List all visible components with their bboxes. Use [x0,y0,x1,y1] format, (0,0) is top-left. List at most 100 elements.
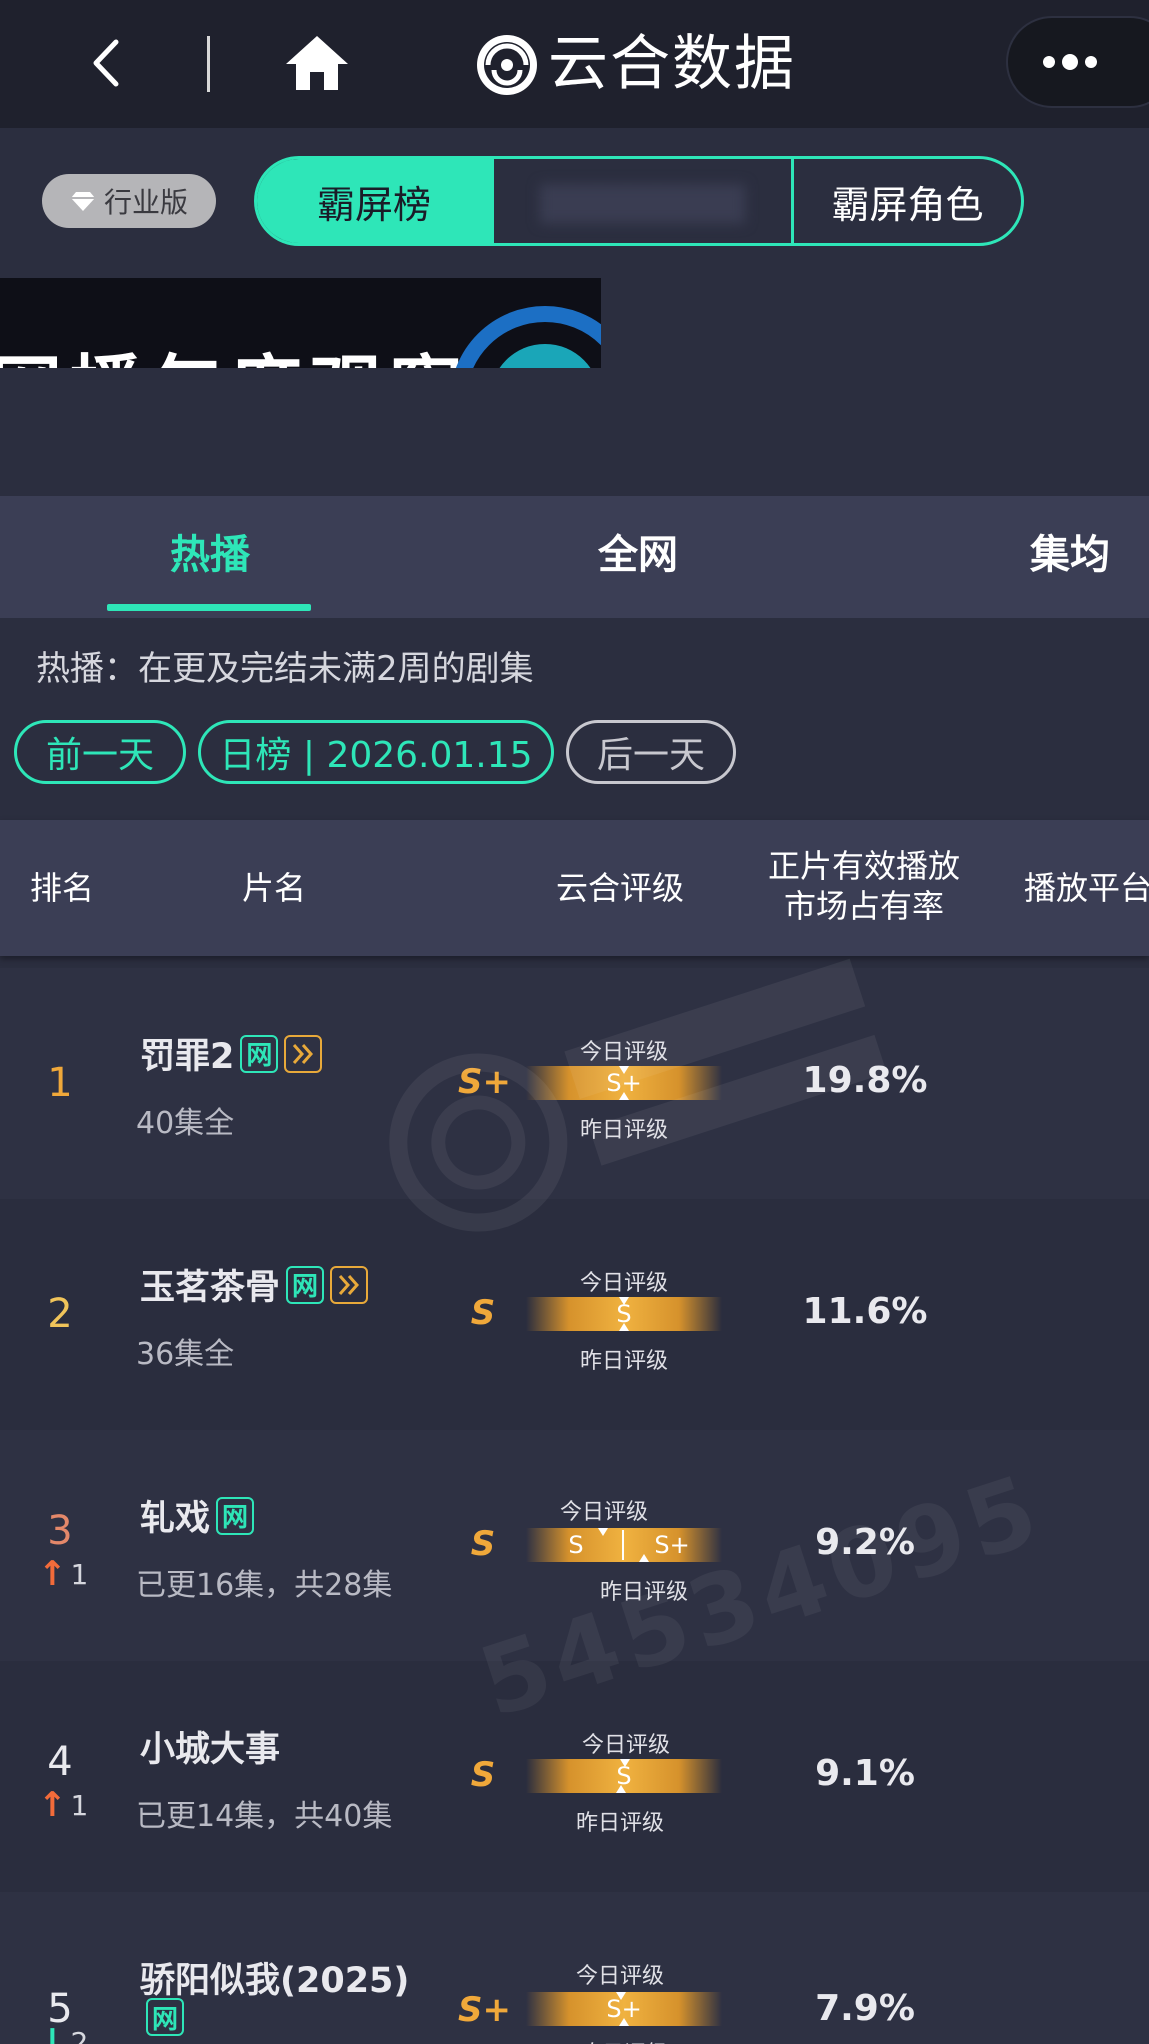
show-title-line: 小城大事 [140,1721,280,1772]
today-grade-caption: 今日评级 [580,1040,669,1065]
yesterday-grade-caption: 昨日评级 [600,1580,689,1605]
yesterday-grade-caption: 昨日评级 [580,2036,668,2044]
grade-bar: S+ [526,1992,722,2026]
online-tag: 网 [216,1496,255,1535]
table-row[interactable]: 2 玉茗茶骨 网 36集全 S 今日评级 S 昨日评级 11.6% [0,1199,1149,1430]
grade-label: S+ [458,1990,511,2030]
market-share: 9.2% [815,1522,915,1563]
segment-label: 霸屏角色 [831,182,984,227]
yesterday-marker [616,1785,626,1793]
market-share: 9.1% [815,1753,915,1794]
table-row[interactable]: 5 ↓ 2 骄阳似我(2025) 网 S+ 今日评级 S+ 昨日评级 7.9% [0,1892,1149,2044]
grade-label: S [470,1524,496,1564]
yesterday-marker [619,1323,629,1331]
active-tab-indicator [107,604,311,611]
grade-bar: S [526,1297,722,1331]
table-row[interactable]: 3 ↑ 1 轧戏 网 已更16集，共28集 S 今日评级 S S+ 昨日评级 9… [0,1430,1149,1661]
rank-change: ↑ 1 [38,1554,88,1594]
tab-all-network[interactable]: 全网 [598,530,678,580]
market-share: 19.8% [802,1060,928,1101]
category-tabs: 热播 全网 集均 [0,496,1149,618]
online-tag: 网 [146,1998,184,2036]
rank-change-value: 1 [70,1557,89,1591]
promo-banner[interactable]: 网播年度观察 [0,278,601,368]
rank-number: 4 [47,1739,73,1785]
ranking-type-segment: 霸屏榜 ▇▇▇▇▇▇▇ 霸屏角色 [254,156,1024,246]
yesterday-marker [619,1092,629,1100]
back-arrow-icon[interactable] [84,38,134,88]
segment-hidden[interactable]: ▇▇▇▇▇▇▇ [491,159,791,243]
grade-bar: S S+ [526,1528,722,1562]
date-selector[interactable]: 日榜 | 2026.01.15 [198,720,554,784]
top-nav-bar: 云合数据 [0,0,1149,128]
segment-dominance-list[interactable]: 霸屏榜 [257,159,491,243]
rank-down-arrow-icon: ↓ [38,2022,67,2044]
column-share-line1: 正片有效播放 [767,847,960,885]
grade-bar: S [526,1759,722,1793]
show-name[interactable]: 小城大事 [140,1721,280,1772]
rank-change-value: 1 [70,1788,89,1822]
yesterday-grade-caption: 昨日评级 [576,1811,665,1836]
segment-dominance-character[interactable]: 霸屏角色 [791,159,1021,243]
grade-label: S+ [458,1062,511,1102]
episode-info: 40集全 [136,1106,235,1141]
diamond-icon [70,192,95,211]
column-share-line2: 市场占有率 [783,887,944,925]
table-row[interactable]: 4 ↑ 1 小城大事 已更14集，共40集 S 今日评级 S 昨日评级 9.1% [0,1661,1149,1892]
online-tag: 网 [240,1034,279,1073]
show-name[interactable]: 玉茗茶骨 [140,1259,280,1310]
show-name[interactable]: 骄阳似我(2025) [140,1952,409,2003]
tab-hot[interactable]: 热播 [170,530,250,580]
tab-episode-avg[interactable]: 集均 [1030,530,1110,580]
show-name[interactable]: 轧戏 [140,1490,210,1541]
today-grade-caption: 今日评级 [580,1271,669,1296]
today-grade-caption: 今日评级 [576,1964,665,1989]
vip-play-icon [284,1034,323,1073]
show-title-line: 骄阳似我(2025) [140,1952,409,2003]
next-day-button[interactable]: 后一天 [566,720,736,784]
column-name: 片名 [242,869,307,907]
grade-bar-yesterday-value: S+ [654,1531,690,1559]
rank-change: ↓ 2 [38,2022,88,2044]
segment-label: 霸屏榜 [316,182,431,227]
show-title-line: 轧戏 网 [140,1490,255,1541]
today-marker [598,1528,608,1536]
show-title-line: 玉茗茶骨 网 [140,1259,369,1310]
yesterday-marker [639,1554,649,1562]
column-platform: 播放平台 [1024,869,1149,907]
market-share: 11.6% [802,1291,928,1332]
column-grade: 云合评级 [556,869,685,907]
grade-bar-today-value: S [568,1531,584,1559]
home-icon[interactable] [282,32,352,94]
nav-divider [207,36,210,92]
list-description: 热播：在更及完结未满2周的剧集 [36,649,534,689]
grade-label: S [470,1755,496,1795]
rank-up-arrow-icon: ↑ [38,1785,67,1825]
banner-text: 网播年度观察 [0,330,470,368]
yesterday-marker [619,2018,629,2026]
episode-info: 36集全 [136,1337,235,1372]
today-grade-caption: 今日评级 [582,1733,671,1758]
table-row[interactable]: 1 罚罪2 网 40集全 S+ 今日评级 S+ 昨日评级 19.8% [0,968,1149,1199]
grade-label: S [470,1293,496,1333]
show-name[interactable]: 罚罪2 [140,1028,234,1079]
more-icon[interactable] [1040,50,1100,74]
table-header: 排名 片名 云合评级 正片有效播放 市场占有率 播放平台 [0,820,1149,956]
rank-change-value: 2 [70,2025,89,2044]
industry-edition-label: 行业版 [103,186,188,219]
app-title: 云合数据 [548,29,796,99]
rank-number: 1 [47,1060,73,1106]
segment-label-hidden: ▇▇▇▇▇▇▇ [540,179,745,223]
prev-day-button[interactable]: 前一天 [14,720,186,784]
rank-change: ↑ 1 [38,1785,88,1825]
column-rank: 排名 [30,869,95,907]
market-share: 7.9% [815,1988,915,2029]
yesterday-grade-caption: 昨日评级 [580,1349,669,1374]
online-tag: 网 [286,1265,325,1304]
rank-number: 3 [47,1508,73,1554]
yesterday-grade-caption: 昨日评级 [580,1118,669,1143]
industry-edition-badge[interactable]: 行业版 [42,174,216,228]
show-title-line: 罚罪2 网 [140,1028,323,1079]
vip-play-icon [330,1265,369,1304]
grade-bar: S+ [526,1066,722,1100]
